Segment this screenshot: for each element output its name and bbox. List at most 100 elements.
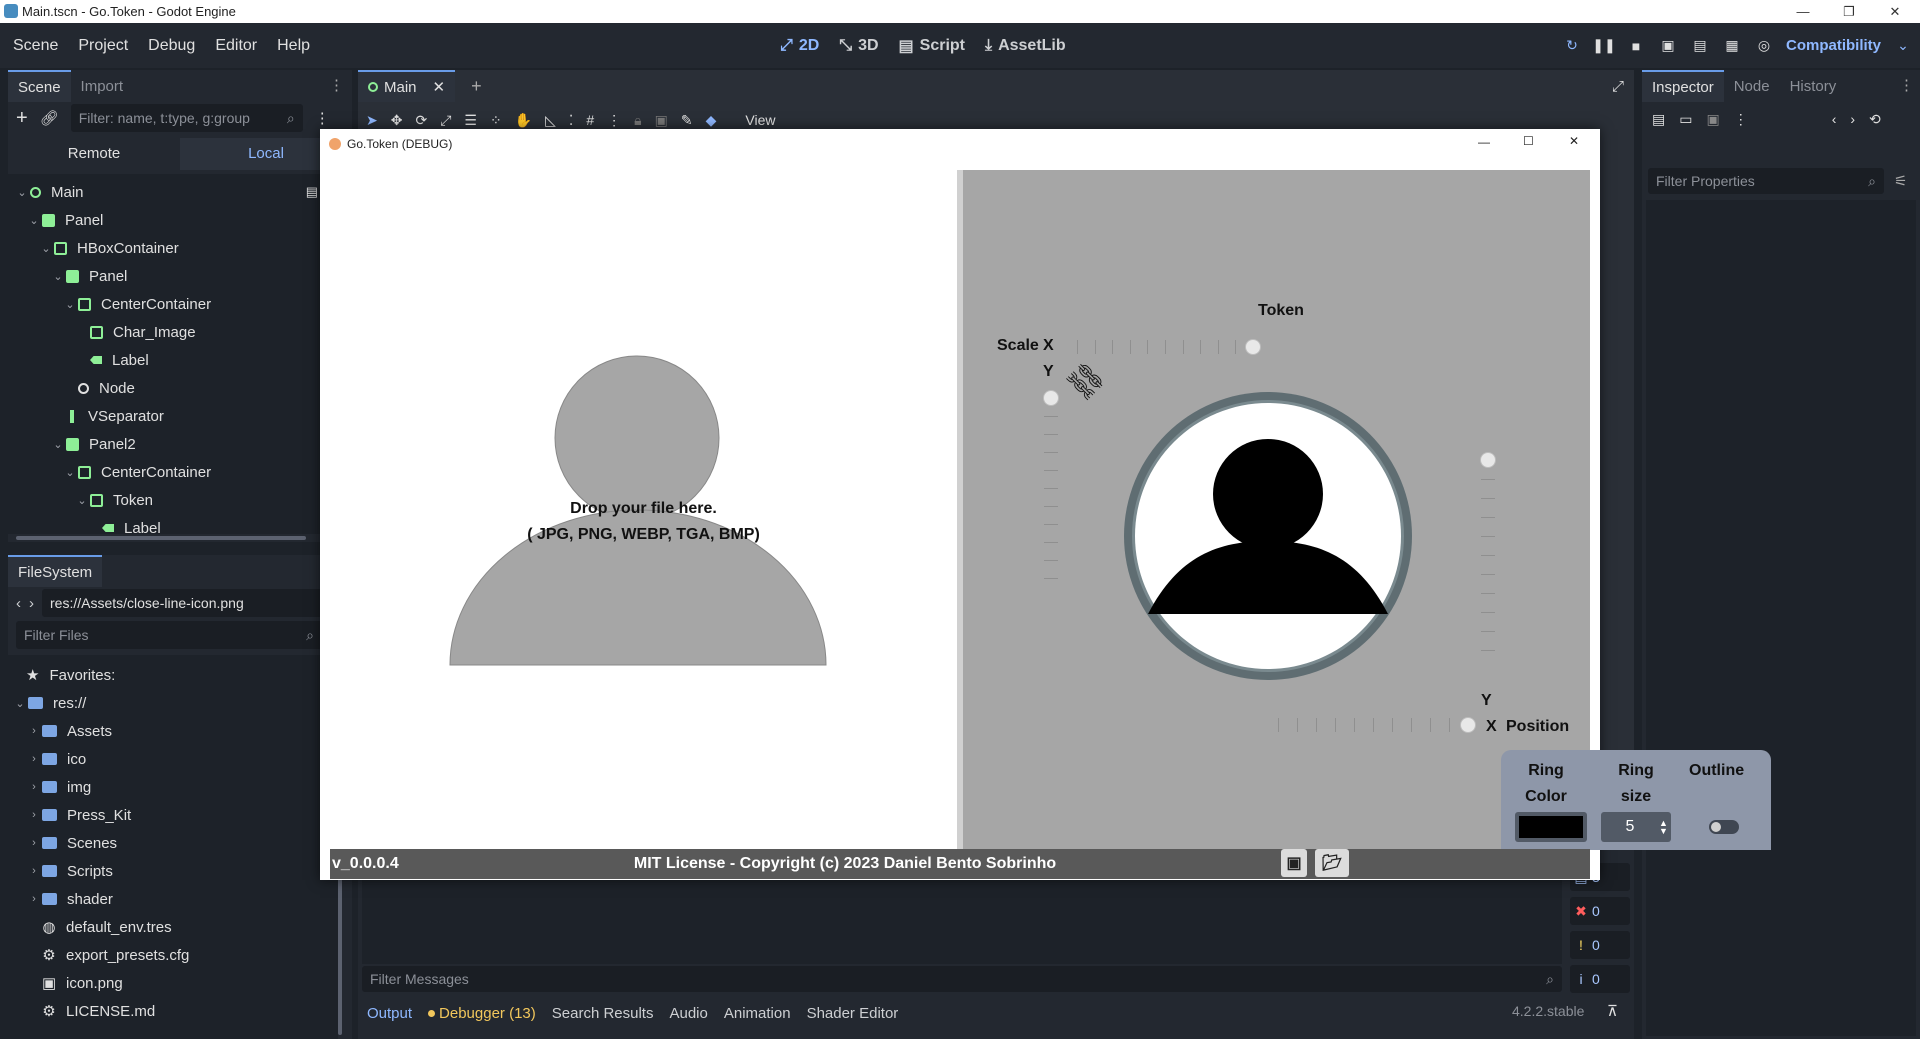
back-icon[interactable]: ‹ xyxy=(16,595,21,612)
camera-icon[interactable]: ◆ xyxy=(706,112,717,129)
scene-node-row[interactable]: ⌄ HBoxContainer xyxy=(40,234,336,262)
scene-node-row[interactable]: Label xyxy=(88,514,336,534)
save-icon[interactable]: ▣ xyxy=(1706,111,1719,128)
scene-node-row[interactable]: ⌄ CenterContainer xyxy=(64,290,336,318)
scene-node-row[interactable]: VSeparator xyxy=(52,402,336,430)
scene-node-row[interactable]: ⌄ Main ▤ xyxy=(16,178,336,206)
chevron-right-icon[interactable]: › xyxy=(28,725,40,737)
horizontal-scrollbar[interactable] xyxy=(16,536,306,540)
game-maximize-button[interactable]: ☐ xyxy=(1523,134,1534,148)
slider-knob[interactable] xyxy=(1481,453,1495,467)
chevron-right-icon[interactable]: › xyxy=(28,865,40,877)
open-file-button[interactable]: 📂︎ xyxy=(1315,849,1349,877)
scene-node-row[interactable]: ⌄ Token xyxy=(76,486,336,514)
folder-row[interactable]: › Scenes xyxy=(28,829,117,857)
slider-knob[interactable] xyxy=(1246,340,1260,354)
path-field[interactable]: res://Assets/close-line-icon.png xyxy=(42,589,330,617)
filter-properties-input[interactable]: Filter Properties ⌕ xyxy=(1648,168,1884,194)
forward-icon[interactable]: › xyxy=(29,595,34,612)
chevron-down-icon[interactable]: ⌄ xyxy=(28,214,40,227)
pause-icon[interactable]: ❚❚ xyxy=(1592,36,1615,56)
add-node-icon[interactable]: + xyxy=(16,107,28,130)
add-tab-icon[interactable]: + xyxy=(471,76,482,97)
dock-menu-icon[interactable]: ⋮ xyxy=(1899,76,1914,94)
object-history-icon[interactable]: ⟲ xyxy=(1869,111,1881,128)
tab-debugger[interactable]: Debugger (13) xyxy=(428,1005,536,1022)
scene-node-row[interactable]: ⌄ CenterContainer xyxy=(64,458,336,486)
pivot-tool-icon[interactable]: ⁘ xyxy=(490,112,502,129)
run-scene-icon[interactable]: ▤ xyxy=(1690,36,1710,56)
tab-audio[interactable]: Audio xyxy=(669,1005,707,1022)
favorites-row[interactable]: ★ Favorites: xyxy=(26,661,115,689)
scene-filter-input[interactable]: Filter: name, t:type, g:group ⌕ xyxy=(70,104,303,132)
close-window-button[interactable]: ✕ xyxy=(1872,0,1918,23)
rotate-tool-icon[interactable]: ⟳ xyxy=(415,112,427,129)
scale-y-slider[interactable] xyxy=(1041,388,1061,588)
list-tool-icon[interactable]: ☰ xyxy=(464,112,477,129)
more-icon[interactable]: ⋮ xyxy=(1734,111,1748,128)
ruler-tool-icon[interactable]: ◺ xyxy=(545,112,556,129)
menu-help[interactable]: Help xyxy=(270,37,317,55)
workspace-script[interactable]: ▤ Script xyxy=(899,36,965,56)
folder-row[interactable]: › shader xyxy=(28,885,113,913)
counter-errors[interactable]: ✖ 0 xyxy=(1570,897,1630,925)
move-tool-icon[interactable]: ✥ xyxy=(391,112,403,129)
restore-button[interactable]: ❐ xyxy=(1826,0,1872,23)
select-tool-icon[interactable]: ➤ xyxy=(366,112,378,129)
save-button[interactable]: ▣ xyxy=(1281,849,1307,877)
run-custom-icon[interactable]: ▦ xyxy=(1722,36,1742,56)
menu-scene[interactable]: Scene xyxy=(6,37,65,55)
grid-snap-icon[interactable]: # xyxy=(586,112,594,128)
remote-debug-icon[interactable]: ▣ xyxy=(1658,36,1678,56)
drop-panel[interactable]: Drop your file here. ( JPG, PNG, WEBP, T… xyxy=(330,170,957,849)
tab-history[interactable]: History xyxy=(1780,70,1847,102)
chevron-right-icon[interactable]: › xyxy=(28,837,40,849)
dock-menu-icon[interactable]: ⋮ xyxy=(329,76,344,94)
file-row[interactable]: ⚙ export_presets.cfg xyxy=(42,941,189,969)
menu-debug[interactable]: Debug xyxy=(141,37,202,55)
chevron-right-icon[interactable]: › xyxy=(28,781,40,793)
workspace-2d[interactable]: ⤢ 2D xyxy=(780,37,819,55)
link-icon[interactable]: 🔗︎ xyxy=(40,109,59,127)
file-row[interactable]: ▣ icon.png xyxy=(42,969,123,997)
history-forward-icon[interactable]: › xyxy=(1850,111,1855,127)
filter-options-icon[interactable]: ⚟ xyxy=(1894,172,1907,190)
minimize-button[interactable]: — xyxy=(1780,0,1826,23)
chevron-down-icon[interactable]: ⌄ xyxy=(40,242,52,255)
pan-tool-icon[interactable]: ✋ xyxy=(515,112,532,129)
filter-files-input[interactable]: Filter Files ⌕ xyxy=(16,621,322,649)
group-icon[interactable]: ▣ xyxy=(655,112,668,129)
new-resource-icon[interactable]: ▤ xyxy=(1652,111,1665,128)
position-x-slider[interactable] xyxy=(1268,715,1478,735)
collapse-panel-icon[interactable]: ⊼ xyxy=(1607,1002,1618,1020)
chevron-down-icon[interactable]: ⌄ xyxy=(52,438,64,451)
link-scale-icon[interactable]: ⛓︎ xyxy=(1060,356,1112,408)
folder-row[interactable]: › Press_Kit xyxy=(28,801,131,829)
script-icon[interactable]: ▤ xyxy=(306,184,318,200)
chevron-right-icon[interactable]: › xyxy=(28,809,40,821)
lock-icon[interactable]: 🔒︎ xyxy=(634,112,641,129)
tab-node[interactable]: Node xyxy=(1724,70,1780,102)
menu-project[interactable]: Project xyxy=(71,37,135,55)
chevron-down-icon[interactable]: ⌄ xyxy=(64,466,76,479)
folder-row[interactable]: › Assets xyxy=(28,717,112,745)
folder-row[interactable]: › ico xyxy=(28,745,86,773)
chevron-down-icon[interactable]: ⌄ xyxy=(52,270,64,283)
workspace-3d[interactable]: ⤡ 3D xyxy=(839,37,878,55)
counter-info[interactable]: i0 xyxy=(1570,965,1630,993)
workspace-assetlib[interactable]: ⤓ AssetLib xyxy=(985,37,1066,55)
chevron-right-icon[interactable]: › xyxy=(28,893,40,905)
slider-knob[interactable] xyxy=(1461,718,1475,732)
game-close-button[interactable]: ✕ xyxy=(1569,134,1579,148)
bone-icon[interactable]: ✎ xyxy=(681,112,693,129)
chevron-down-icon[interactable]: ⌄ xyxy=(76,494,88,507)
distraction-free-icon[interactable]: ⤢ xyxy=(1612,78,1624,95)
movie-icon[interactable]: ◎ xyxy=(1754,36,1774,56)
vertical-scrollbar[interactable] xyxy=(338,855,342,1035)
tab-main[interactable]: Main ✕ xyxy=(358,70,456,102)
spin-arrows-icon[interactable]: ▲ ▼ xyxy=(1659,819,1671,836)
tab-scene[interactable]: Scene xyxy=(8,70,71,102)
scene-node-row[interactable]: ⌄ Panel xyxy=(52,262,336,290)
slider-knob[interactable] xyxy=(1044,391,1058,405)
file-row[interactable]: ◍ default_env.tres xyxy=(42,913,171,941)
